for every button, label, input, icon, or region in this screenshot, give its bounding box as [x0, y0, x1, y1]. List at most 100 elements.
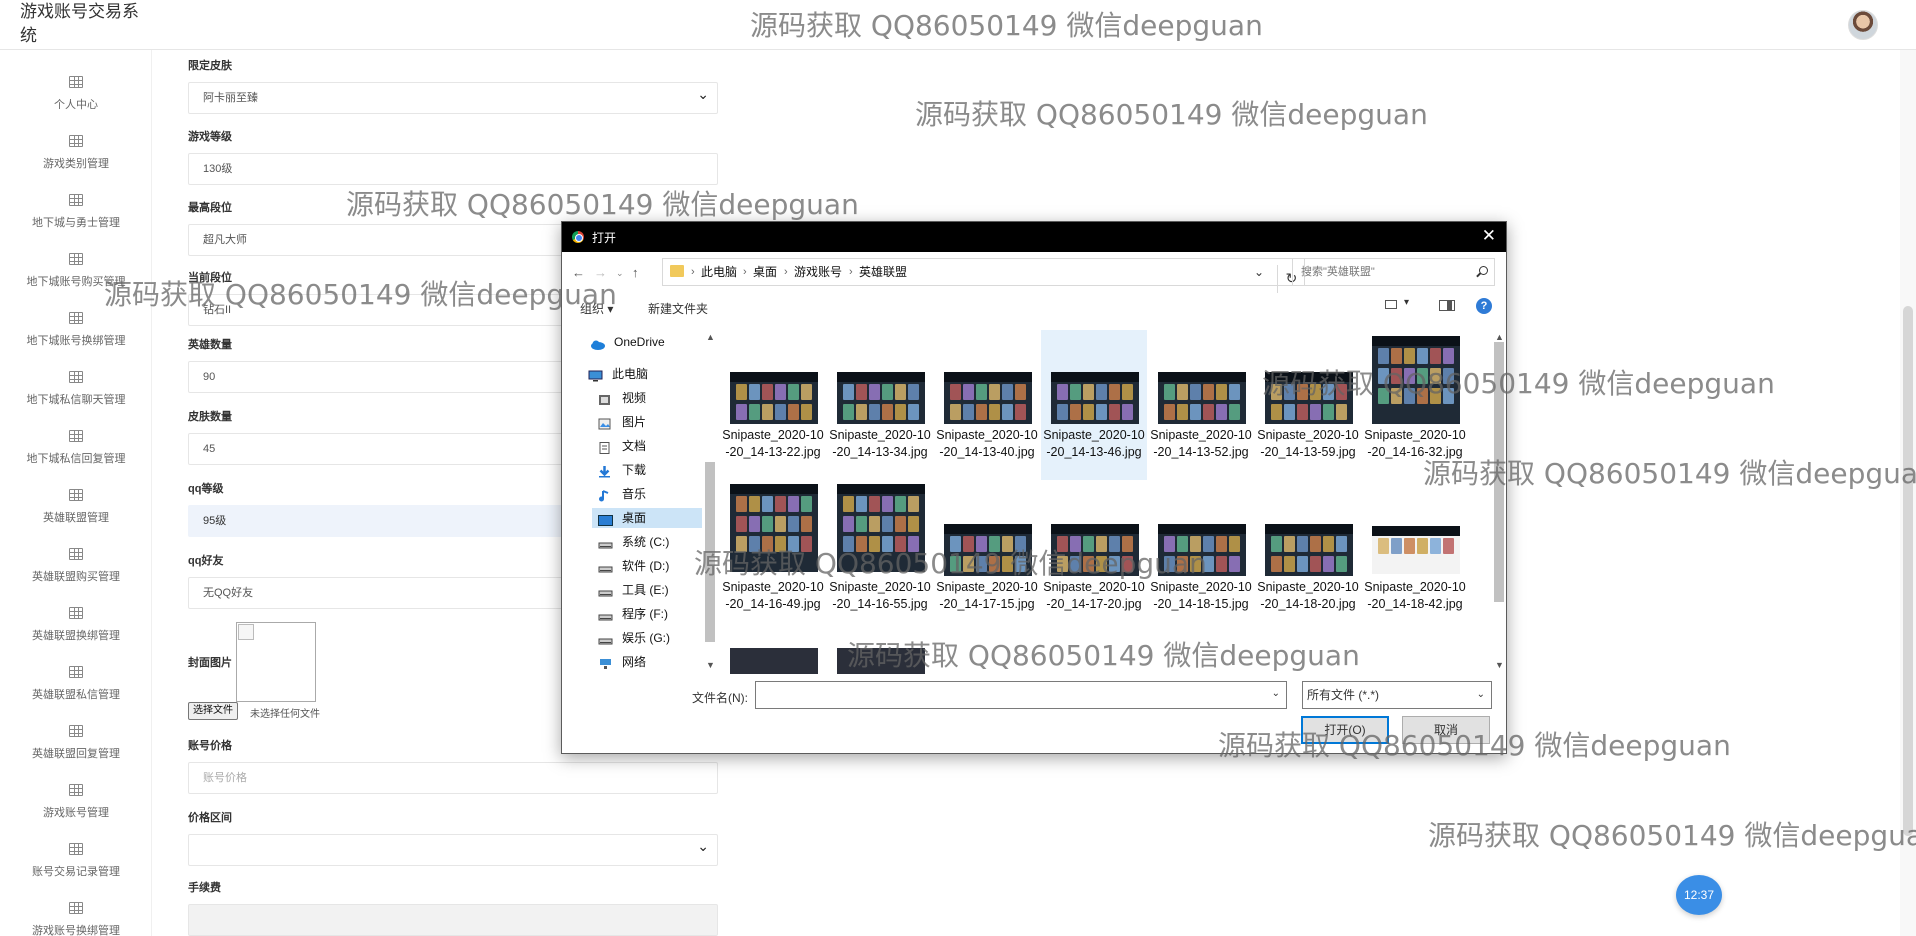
file-item[interactable]: Snipaste_2020-10-20_14-13-52.jpg: [1148, 330, 1254, 480]
image-thumbnail[interactable]: [730, 648, 818, 674]
clock-badge[interactable]: 12:37: [1676, 875, 1722, 915]
sidebar-item[interactable]: 英雄联盟私信管理: [0, 666, 151, 725]
dialog-titlebar[interactable]: 打开 ✕: [562, 222, 1506, 252]
scroll-up-icon[interactable]: ▲: [706, 332, 715, 342]
close-icon[interactable]: ✕: [1482, 226, 1496, 246]
file-item[interactable]: Snipaste_2020-10-20_14-18-20.jpg: [1255, 482, 1361, 632]
file-item[interactable]: Snipaste_2020-10-20_14-17-20.jpg: [1041, 482, 1147, 632]
sidebar-item[interactable]: 地下城私信聊天管理: [0, 371, 151, 430]
nav-item[interactable]: 文档: [592, 436, 702, 456]
back-arrow-icon[interactable]: ←: [572, 265, 585, 280]
file-item[interactable]: Snipaste_2020-10-20_14-18-42.jpg: [1362, 482, 1468, 632]
breadcrumb-lol[interactable]: 英雄联盟: [859, 259, 907, 285]
nav-item[interactable]: 下载: [592, 460, 702, 480]
table-icon: [69, 843, 83, 855]
nav-item[interactable]: 网络: [592, 652, 702, 672]
sidebar-item[interactable]: 英雄联盟换绑管理: [0, 607, 151, 666]
chevron-down-icon[interactable]: ⌄: [1477, 682, 1485, 708]
file-type-select[interactable]: 所有文件 (*.*) ⌄: [1302, 681, 1492, 709]
view-dropdown-icon[interactable]: ▾: [1404, 297, 1409, 308]
breadcrumb-desktop[interactable]: 桌面: [753, 259, 777, 285]
view-icon[interactable]: [1385, 300, 1397, 309]
nav-item[interactable]: 系统 (C:): [592, 532, 702, 552]
file-item[interactable]: Snipaste_2020-10-20_14-13-59.jpg: [1255, 330, 1361, 480]
scroll-down-icon[interactable]: ▼: [1495, 660, 1504, 670]
sidebar-item[interactable]: 地下城与勇士管理: [0, 194, 151, 253]
file-item[interactable]: Snipaste_2020-10-20_14-16-32.jpg: [1362, 330, 1468, 480]
sidebar-item[interactable]: 账号交易记录管理: [0, 843, 151, 902]
sidebar: 个人中心 游戏类别管理 地下城与勇士管理 地下城账号购买管理 地下城账号换绑管理 地下城私…: [0, 50, 152, 936]
forward-arrow-icon[interactable]: →: [594, 265, 607, 280]
search-input[interactable]: 搜索"英雄联盟": [1292, 258, 1495, 286]
sidebar-item[interactable]: 游戏账号管理: [0, 784, 151, 843]
network-icon: [598, 656, 611, 669]
sidebar-item-label: 英雄联盟回复管理: [32, 748, 120, 760]
table-icon: [69, 548, 83, 560]
nav-item[interactable]: 娱乐 (G:): [592, 628, 702, 648]
breadcrumb-game-accounts[interactable]: 游戏账号: [794, 259, 842, 285]
search-placeholder: 搜索"英雄联盟": [1301, 266, 1375, 278]
page-scrollbar[interactable]: [1900, 50, 1916, 936]
file-item[interactable]: Snipaste_2020-10-20_14-13-22.jpg: [720, 330, 826, 480]
file-item[interactable]: Snipaste_2020-10-20_14-16-55.jpg: [827, 482, 933, 632]
nav-item[interactable]: 视频: [592, 388, 702, 408]
file-item[interactable]: Snipaste_2020-10-20_14-18-15.jpg: [1148, 482, 1254, 632]
navigation-scrollbar[interactable]: ▲ ▼: [703, 330, 717, 674]
sidebar-item[interactable]: 个人中心: [0, 76, 151, 135]
choose-file-button[interactable]: 选择文件: [188, 702, 238, 720]
filename-input[interactable]: ⌄: [755, 681, 1287, 709]
sidebar-item[interactable]: 英雄联盟购买管理: [0, 548, 151, 607]
computer-icon: [588, 368, 603, 382]
sidebar-item[interactable]: 地下城账号换绑管理: [0, 312, 151, 371]
price-range-select[interactable]: [188, 831, 718, 866]
price-range-group: 价格区间: [188, 810, 718, 866]
address-bar[interactable]: › 此电脑 › 桌面 › 游戏账号 › 英雄联盟 ⌄ ↻: [662, 258, 1305, 293]
sidebar-item[interactable]: 英雄联盟管理: [0, 489, 151, 548]
nav-item[interactable]: 音乐: [592, 484, 702, 504]
page-scrollbar-thumb[interactable]: [1903, 306, 1913, 836]
chevron-down-icon[interactable]: ⌄: [1254, 259, 1264, 285]
navigation-scrollbar-thumb[interactable]: [705, 462, 715, 642]
avatar[interactable]: [1848, 10, 1878, 40]
file-list-scrollbar-thumb[interactable]: [1494, 342, 1504, 602]
file-item[interactable]: Snipaste_2020-10-20_14-16-49.jpg: [720, 482, 826, 632]
sidebar-item[interactable]: 地下城私信回复管理: [0, 430, 151, 489]
sidebar-item[interactable]: 英雄联盟回复管理: [0, 725, 151, 784]
chevron-down-icon[interactable]: ⌄: [1272, 688, 1280, 699]
help-icon[interactable]: ?: [1476, 298, 1492, 314]
dialog-footer: 文件名(N): ⌄ 所有文件 (*.*) ⌄ 打开(O) 取消: [562, 678, 1506, 754]
file-item[interactable]: Snipaste_2020-10-20_14-17-15.jpg: [934, 482, 1040, 632]
sidebar-item[interactable]: 地下城账号购买管理: [0, 253, 151, 312]
recent-dropdown-icon[interactable]: ⌄: [616, 268, 624, 279]
nav-item[interactable]: 程序 (F:): [592, 604, 702, 624]
file-name: Snipaste_2020-10-20_14-16-32.jpg: [1364, 428, 1466, 459]
nav-item[interactable]: 工具 (E:): [592, 580, 702, 600]
sidebar-item[interactable]: 游戏账号换绑管理: [0, 902, 151, 936]
image-thumbnail[interactable]: [837, 648, 925, 674]
up-arrow-icon[interactable]: ↑: [632, 265, 639, 280]
nav-item[interactable]: 图片: [592, 412, 702, 432]
sidebar-item[interactable]: 游戏类别管理: [0, 135, 151, 194]
price-input[interactable]: 账号价格: [188, 762, 718, 794]
cancel-button[interactable]: 取消: [1402, 716, 1490, 744]
scroll-down-icon[interactable]: ▼: [706, 660, 715, 670]
file-item[interactable]: Snipaste_2020-10-20_14-13-40.jpg: [934, 330, 1040, 480]
nav-item[interactable]: 软件 (D:): [592, 556, 702, 576]
file-list-scrollbar[interactable]: ▲ ▼: [1492, 330, 1506, 674]
nav-item[interactable]: OneDrive: [584, 332, 702, 352]
music-icon: [598, 488, 611, 502]
limited-skin-select[interactable]: 阿卡丽至臻: [188, 79, 718, 114]
scroll-up-icon[interactable]: ▲: [1495, 332, 1504, 342]
nav-item[interactable]: 桌面: [592, 508, 702, 528]
preview-pane-icon[interactable]: [1439, 300, 1455, 311]
file-item[interactable]: Snipaste_2020-10-20_14-13-46.jpg: [1041, 330, 1147, 480]
file-item[interactable]: Snipaste_2020-10-20_14-13-34.jpg: [827, 330, 933, 480]
new-folder-button[interactable]: 新建文件夹: [648, 300, 708, 317]
watermark-text: 源码获取 QQ86050149 微信deepguan: [1428, 819, 1916, 852]
organize-menu[interactable]: 组织 ▾: [580, 300, 613, 317]
nav-item-label: 软件 (D:): [622, 559, 670, 573]
game-level-input[interactable]: 130级: [188, 153, 718, 185]
nav-item[interactable]: 此电脑: [582, 364, 702, 384]
breadcrumb-this-pc[interactable]: 此电脑: [701, 259, 737, 285]
open-button[interactable]: 打开(O): [1301, 716, 1389, 744]
